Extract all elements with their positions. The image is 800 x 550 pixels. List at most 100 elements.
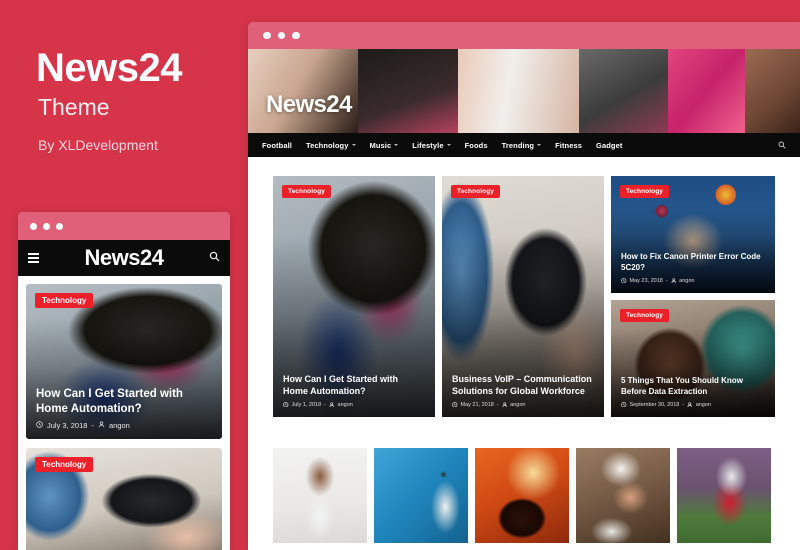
mobile-article-card-top[interactable]: Technology How Can I Get Started with Ho… <box>26 284 222 439</box>
category-badge[interactable]: Technology <box>620 309 669 322</box>
article-author[interactable]: angon <box>510 402 525 408</box>
thumb-music-woman[interactable] <box>273 448 367 543</box>
nav-item-trending[interactable]: Trending <box>501 140 542 150</box>
meta-separator: - <box>682 402 685 409</box>
clock-icon <box>621 401 627 410</box>
article-author[interactable]: angon <box>109 421 130 430</box>
card-text: How Can I Get Started with Home Automati… <box>36 387 212 430</box>
card-text: How to Fix Canon Printer Error Code 5C20… <box>621 252 765 285</box>
category-badge[interactable]: Technology <box>35 457 94 472</box>
clock-icon <box>452 401 458 410</box>
article-title[interactable]: How to Fix Canon Printer Error Code 5C20… <box>621 252 765 274</box>
category-badge[interactable]: Technology <box>451 185 500 198</box>
mobile-content: Technology How Can I Get Started with Ho… <box>18 276 230 550</box>
person-icon <box>329 401 335 410</box>
hero-banner: News24 <box>248 49 800 133</box>
page-content: Technology How Can I Get Started with Ho… <box>248 157 800 543</box>
thumb-motorcycle[interactable] <box>475 448 569 543</box>
card-text: 5 Things That You Should Know Before Dat… <box>621 376 765 409</box>
clock-icon <box>36 421 43 430</box>
window-titlebar <box>248 22 800 49</box>
window-dot-2-icon[interactable] <box>43 222 50 230</box>
nav-label: Fitness <box>555 140 583 150</box>
search-icon[interactable] <box>778 136 786 154</box>
article-date: May 21, 2018 <box>460 402 494 409</box>
article-author[interactable]: angon <box>696 402 711 408</box>
promo-byline: By XLDevelopment <box>38 137 158 153</box>
meta-separator: - <box>665 278 668 285</box>
meta-separator: - <box>91 421 94 430</box>
nav-item-fitness[interactable]: Fitness <box>555 141 582 150</box>
nav-label: Music <box>369 140 392 150</box>
nav-item-foods[interactable]: Foods <box>465 141 488 150</box>
nav-label: Trending <box>501 140 535 150</box>
article-meta: May 21, 2018 - angon <box>452 401 594 410</box>
article-date: July 3, 2018 <box>47 421 88 430</box>
card-text: How Can I Get Started with Home Automati… <box>283 373 425 409</box>
article-card-side-top[interactable]: Technology How to Fix Canon Printer Erro… <box>611 176 775 293</box>
thumb-chef[interactable] <box>576 448 670 543</box>
article-date: September 30, 2018 <box>629 402 680 409</box>
nav-label: Gadget <box>596 140 623 150</box>
promo-title: News24 <box>36 46 182 90</box>
featured-articles-grid: Technology How Can I Get Started with Ho… <box>273 176 775 417</box>
article-meta: July 1, 2018 - angon <box>283 401 425 410</box>
category-thumbnails-row <box>273 448 775 543</box>
article-meta: September 30, 2018 - angon <box>621 401 765 410</box>
window-dot-3-icon[interactable] <box>56 222 63 230</box>
article-title[interactable]: How Can I Get Started with Home Automati… <box>36 387 212 417</box>
nav-label: Lifestyle <box>412 140 444 150</box>
article-meta: May 23, 2018 - angon <box>621 277 765 286</box>
person-icon <box>671 277 677 286</box>
meta-separator: - <box>324 402 327 409</box>
nav-item-technology[interactable]: Technology <box>306 141 356 150</box>
nav-item-football[interactable]: Football <box>262 141 292 150</box>
window-dot-1-icon[interactable] <box>263 31 271 40</box>
nav-label: Foods <box>464 140 488 150</box>
nav-label: Technology <box>305 140 349 150</box>
window-dot-1-icon[interactable] <box>30 222 37 230</box>
hamburger-icon[interactable] <box>28 253 39 263</box>
nav-item-music[interactable]: Music <box>370 141 399 150</box>
person-icon <box>687 401 693 410</box>
category-badge[interactable]: Technology <box>620 185 669 198</box>
chevron-down-icon <box>537 144 542 146</box>
nav-label: Football <box>262 140 292 150</box>
promo-subtitle: Theme <box>38 94 110 120</box>
mobile-preview-window: News24 Technology How Can I Get Started … <box>18 212 230 550</box>
thumb-football-player[interactable] <box>677 448 771 543</box>
mobile-navbar: News24 <box>18 240 230 276</box>
window-dot-2-icon[interactable] <box>277 31 285 40</box>
nav-item-gadget[interactable]: Gadget <box>596 141 622 150</box>
mobile-article-card-bottom[interactable]: Technology <box>26 448 222 550</box>
article-meta: July 3, 2018 - angon <box>36 421 212 430</box>
mobile-titlebar <box>18 212 230 240</box>
nav-item-lifestyle[interactable]: Lifestyle <box>412 140 451 150</box>
article-title[interactable]: Business VoIP – Communication Solutions … <box>452 373 594 397</box>
clock-icon <box>621 277 627 286</box>
category-badge[interactable]: Technology <box>35 293 94 308</box>
meta-separator: - <box>496 402 499 409</box>
mobile-site-logo[interactable]: News24 <box>85 245 164 271</box>
chevron-down-icon <box>446 144 451 146</box>
article-date: May 23, 2018 <box>629 278 663 285</box>
category-badge[interactable]: Technology <box>282 185 331 198</box>
article-card-featured-mid[interactable]: Technology Business VoIP – Communication… <box>442 176 604 417</box>
search-icon[interactable] <box>209 249 220 267</box>
chevron-down-icon <box>394 144 399 146</box>
chevron-down-icon <box>351 144 356 146</box>
article-card-side-bottom[interactable]: Technology 5 Things That You Should Know… <box>611 300 775 417</box>
site-logo[interactable]: News24 <box>266 91 352 119</box>
window-dot-3-icon[interactable] <box>292 31 300 40</box>
side-articles-column: Technology How to Fix Canon Printer Erro… <box>611 176 775 417</box>
article-date: July 1, 2018 <box>291 402 322 409</box>
article-author[interactable]: angon <box>338 402 353 408</box>
clock-icon <box>283 401 289 410</box>
thumb-man-blue-wall[interactable] <box>374 448 468 543</box>
article-card-featured-left[interactable]: Technology How Can I Get Started with Ho… <box>273 176 435 417</box>
card-text: Business VoIP – Communication Solutions … <box>452 373 594 409</box>
article-title[interactable]: How Can I Get Started with Home Automati… <box>283 373 425 397</box>
desktop-preview-window: News24 Football Technology Music Lifesty… <box>248 22 800 550</box>
article-author[interactable]: angon <box>679 278 694 284</box>
article-title[interactable]: 5 Things That You Should Know Before Dat… <box>621 376 765 398</box>
